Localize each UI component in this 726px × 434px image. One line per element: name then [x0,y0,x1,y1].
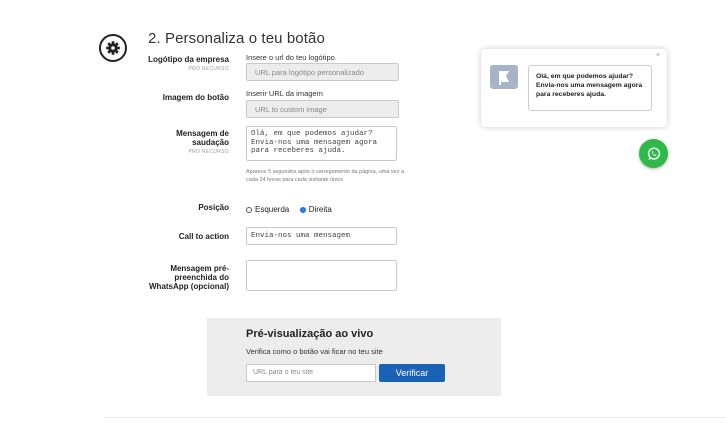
button-image-url-input[interactable]: URL to custom image [246,100,399,118]
position-option-right[interactable]: Direita [299,201,338,218]
logo-placeholder-icon [490,65,518,89]
position-option-left-label: Esquerda [255,205,290,215]
greeting-label-text: Mensagem de saudação [176,129,229,147]
greeting-help-text: Aparece 5 segundos após o carregamento d… [246,169,405,183]
position-option-right-label: Direita [308,205,332,215]
radio-right[interactable] [299,206,306,213]
greeting-textarea[interactable]: Olá, em que podemos ajudar? Envia-nos um… [246,126,397,161]
gear-icon [99,34,127,62]
greeting-label: Mensagem de saudação PRO RECURSO [169,129,229,157]
logo-caption: Insere o url do teu logótipo. [246,53,337,62]
section-title: 2. Personaliza o teu botão [148,30,325,47]
whatsapp-icon[interactable] [639,139,668,168]
prefilled-label: Mensagem pré-preenchida do WhatsApp (opc… [149,264,229,291]
position-option-left[interactable]: Esquerda [246,201,300,218]
site-url-input[interactable]: URL para o teu site [246,364,376,382]
radio-left[interactable] [246,206,252,213]
verify-button[interactable]: Verificar [379,364,445,382]
greeting-pro-badge: PRO RECURSO [188,149,229,155]
cta-label: Call to action [178,232,229,241]
live-preview-subtitle: Verifica como o botão vai ficar no teu s… [246,347,383,356]
position-radio-group: Esquerda Direita [246,201,338,219]
preview-close-icon[interactable]: × [656,52,660,59]
button-image-label: Imagem do botão [162,93,229,102]
logo-label-text: Logótipo da empresa [148,55,229,64]
logo-pro-badge: PRO RECURSO [188,66,229,72]
divider [104,417,726,418]
logo-label: Logótipo da empresa PRO RECURSO [148,55,229,74]
cta-input[interactable]: Envia-nos uma mensagem [246,227,397,245]
live-preview-title: Pré-visualização ao vivo [246,328,374,340]
preview-message-bubble: Olá, em que podemos ajudar? Envia-nos um… [528,65,652,111]
logo-url-input[interactable]: URL para logótipo personalizado [246,63,399,81]
position-label: Posição [198,203,229,212]
button-image-caption: Inserir URL da imagem [246,89,323,98]
prefilled-textarea[interactable] [246,260,397,291]
